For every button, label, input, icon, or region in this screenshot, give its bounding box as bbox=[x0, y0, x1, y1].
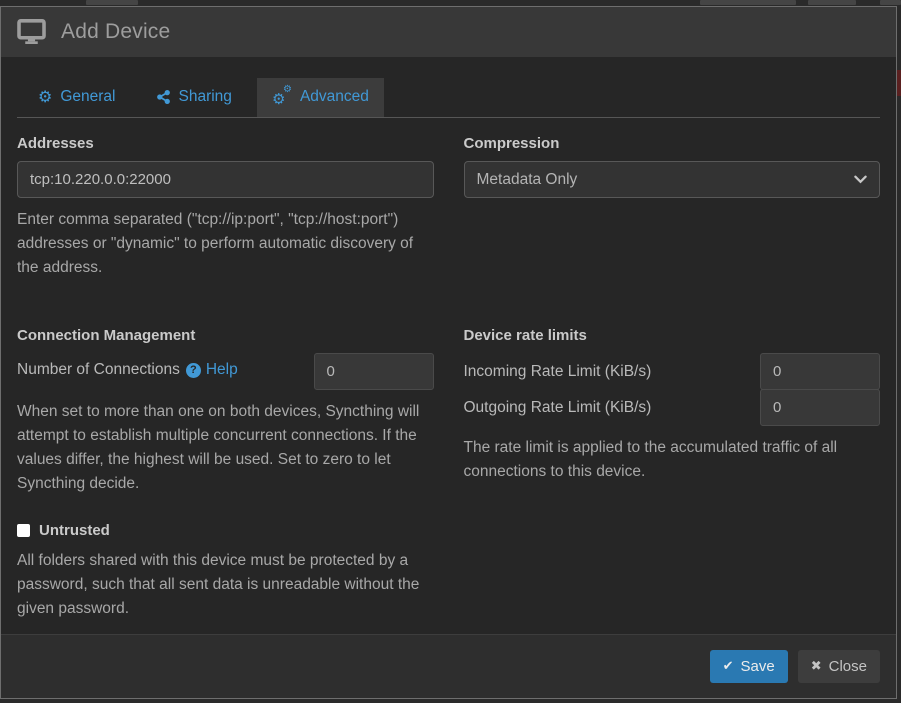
background-text-fragment bbox=[86, 0, 138, 5]
gears-icon: ⚙ ⚙ bbox=[272, 89, 292, 105]
chevron-down-icon bbox=[854, 171, 867, 189]
save-button[interactable]: ✔ Save bbox=[710, 650, 788, 683]
incoming-rate-label: Incoming Rate Limit (KiB/s) bbox=[464, 363, 652, 381]
incoming-rate-input[interactable] bbox=[760, 353, 880, 390]
tab-sharing[interactable]: Sharing bbox=[141, 78, 247, 117]
tab-general-label: General bbox=[60, 88, 115, 106]
compression-label: Compression bbox=[464, 135, 881, 152]
share-icon bbox=[156, 89, 171, 105]
untrusted-help-text: All folders shared with this device must… bbox=[17, 549, 434, 621]
addresses-help-text: Enter comma separated ("tcp://ip:port", … bbox=[17, 208, 434, 280]
background-text-fragment bbox=[700, 0, 796, 5]
tab-general[interactable]: ⚙ General bbox=[23, 78, 131, 117]
tab-bar: ⚙ General Sharing ⚙ ⚙ bbox=[17, 78, 880, 118]
num-connections-label: Number of Connections bbox=[17, 361, 180, 379]
outgoing-rate-input[interactable] bbox=[760, 389, 880, 426]
untrusted-label: Untrusted bbox=[39, 522, 110, 539]
form-row-top: Addresses Enter comma separated ("tcp://… bbox=[17, 118, 880, 280]
addresses-label: Addresses bbox=[17, 135, 434, 152]
dialog-footer: ✔ Save ✖ Close bbox=[1, 634, 896, 698]
close-button-label: Close bbox=[829, 658, 867, 675]
help-link-label: Help bbox=[206, 361, 238, 379]
rate-limits-help-text: The rate limit is applied to the accumul… bbox=[464, 436, 881, 484]
background-text-fragment bbox=[808, 0, 856, 5]
rate-limits-label: Device rate limits bbox=[464, 327, 881, 344]
untrusted-checkbox[interactable] bbox=[17, 524, 30, 537]
gear-icon: ⚙ bbox=[38, 89, 52, 105]
tab-advanced-label: Advanced bbox=[300, 88, 369, 106]
save-button-label: Save bbox=[741, 658, 775, 675]
times-icon: ✖ bbox=[811, 659, 822, 674]
compression-select[interactable]: Metadata Only bbox=[464, 161, 881, 198]
dialog-header: Add Device bbox=[1, 7, 896, 58]
connection-management-label: Connection Management bbox=[17, 327, 434, 344]
num-connections-label-row: Number of Connections ? Help bbox=[17, 353, 238, 379]
question-circle-icon: ? bbox=[186, 363, 201, 378]
dialog-title: Add Device bbox=[61, 20, 170, 44]
compression-selected-value: Metadata Only bbox=[477, 171, 578, 189]
form-row-bottom: Connection Management Number of Connecti… bbox=[17, 310, 880, 621]
outgoing-rate-label: Outgoing Rate Limit (KiB/s) bbox=[464, 399, 652, 417]
background-red-element bbox=[897, 70, 901, 96]
connections-help-link[interactable]: ? Help bbox=[186, 361, 238, 379]
add-device-dialog: Add Device ⚙ General Sharing bbox=[0, 6, 897, 699]
addresses-input[interactable] bbox=[17, 161, 434, 198]
tab-advanced[interactable]: ⚙ ⚙ Advanced bbox=[257, 78, 384, 117]
check-icon: ✔ bbox=[723, 659, 734, 674]
tab-sharing-label: Sharing bbox=[179, 88, 232, 106]
untrusted-row: Untrusted bbox=[17, 522, 434, 539]
close-button[interactable]: ✖ Close bbox=[798, 650, 880, 683]
connection-management-help-text: When set to more than one on both device… bbox=[17, 400, 434, 496]
num-connections-input[interactable] bbox=[314, 353, 434, 390]
dialog-body: ⚙ General Sharing ⚙ ⚙ bbox=[1, 58, 896, 634]
monitor-icon bbox=[17, 19, 46, 44]
background-text-fragment bbox=[880, 0, 901, 5]
